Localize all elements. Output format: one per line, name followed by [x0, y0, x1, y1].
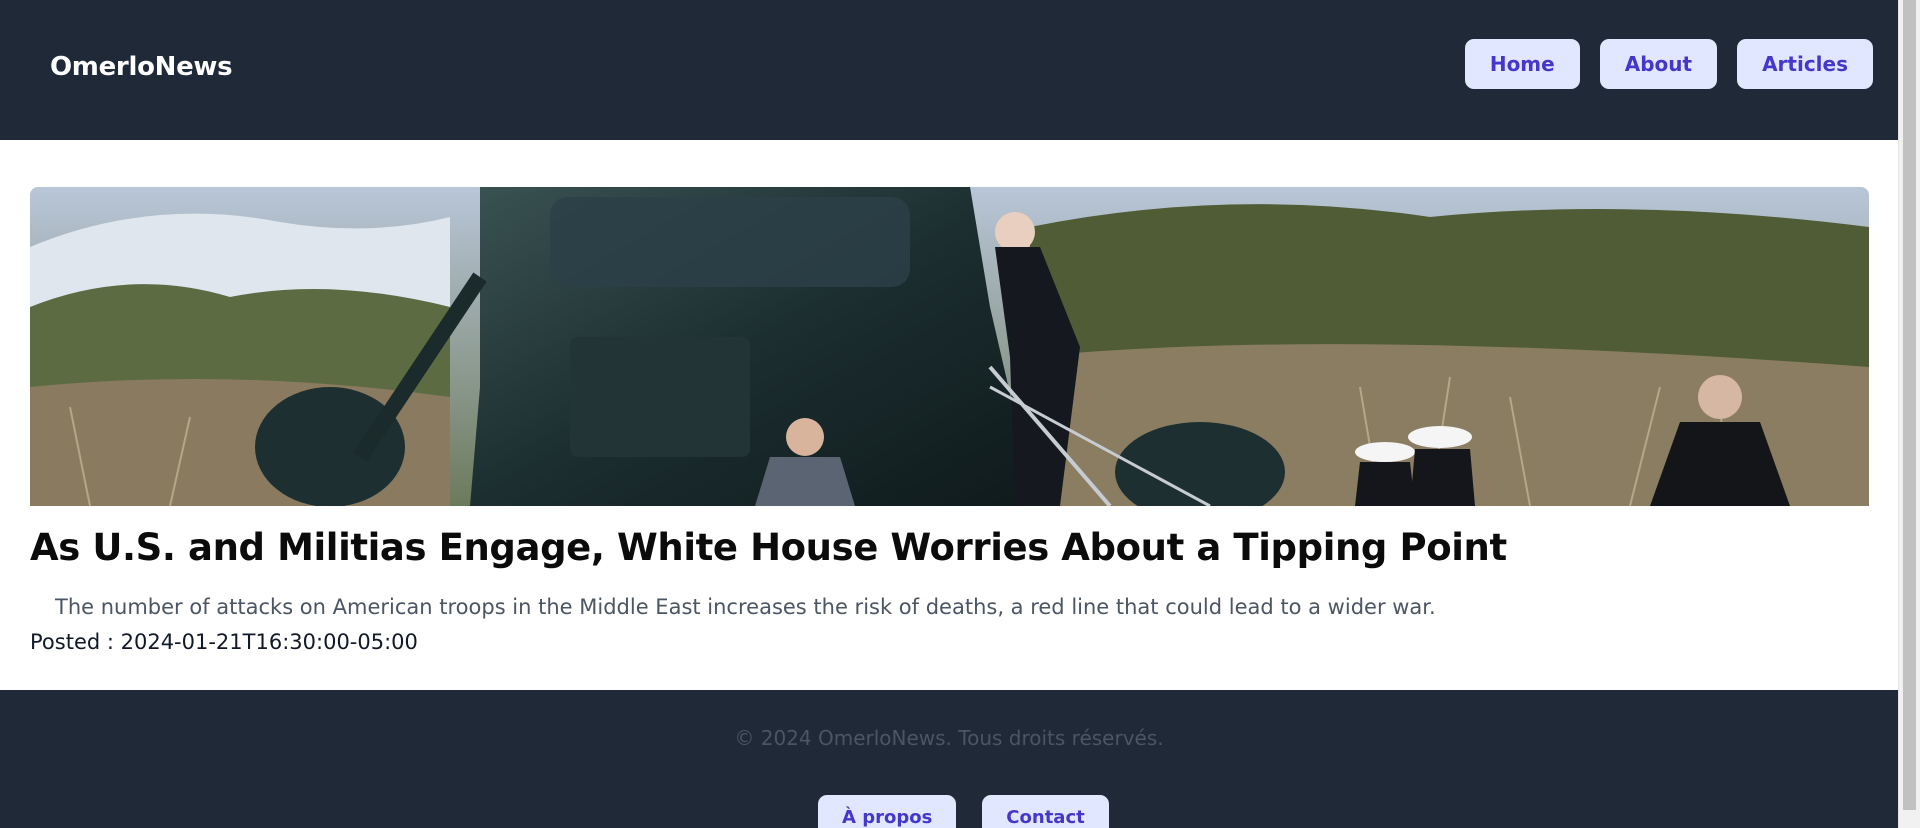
article-summary: The number of attacks on American troops… — [55, 595, 1436, 619]
hero-illustration — [30, 187, 1869, 506]
footer-copyright: © 2024 OmerloNews. Tous droits réservés. — [734, 726, 1164, 750]
footer-contact-button[interactable]: Contact — [982, 795, 1109, 828]
footer-nav: À propos Contact — [818, 795, 1109, 828]
site-header: OmerloNews Home About Articles — [0, 0, 1898, 140]
nav-home-button[interactable]: Home — [1464, 39, 1580, 89]
article-title[interactable]: As U.S. and Militias Engage, White House… — [30, 526, 1507, 569]
page: OmerloNews Home About Articles As U.S. a… — [0, 0, 1898, 828]
nav-about-button[interactable]: About — [1599, 39, 1718, 89]
article-hero-image — [30, 187, 1869, 506]
page-scrollbar[interactable] — [1898, 0, 1920, 828]
site-footer: © 2024 OmerloNews. Tous droits réservés.… — [0, 690, 1898, 828]
footer-about-button[interactable]: À propos — [818, 795, 957, 828]
site-logo[interactable]: OmerloNews — [50, 52, 233, 82]
main-nav: Home About Articles — [1464, 39, 1873, 89]
article-main: As U.S. and Militias Engage, White House… — [0, 140, 1898, 690]
scrollbar-thumb[interactable] — [1903, 0, 1916, 810]
article-posted-date: Posted : 2024-01-21T16:30:00-05:00 — [30, 630, 418, 654]
nav-articles-button[interactable]: Articles — [1737, 39, 1873, 89]
